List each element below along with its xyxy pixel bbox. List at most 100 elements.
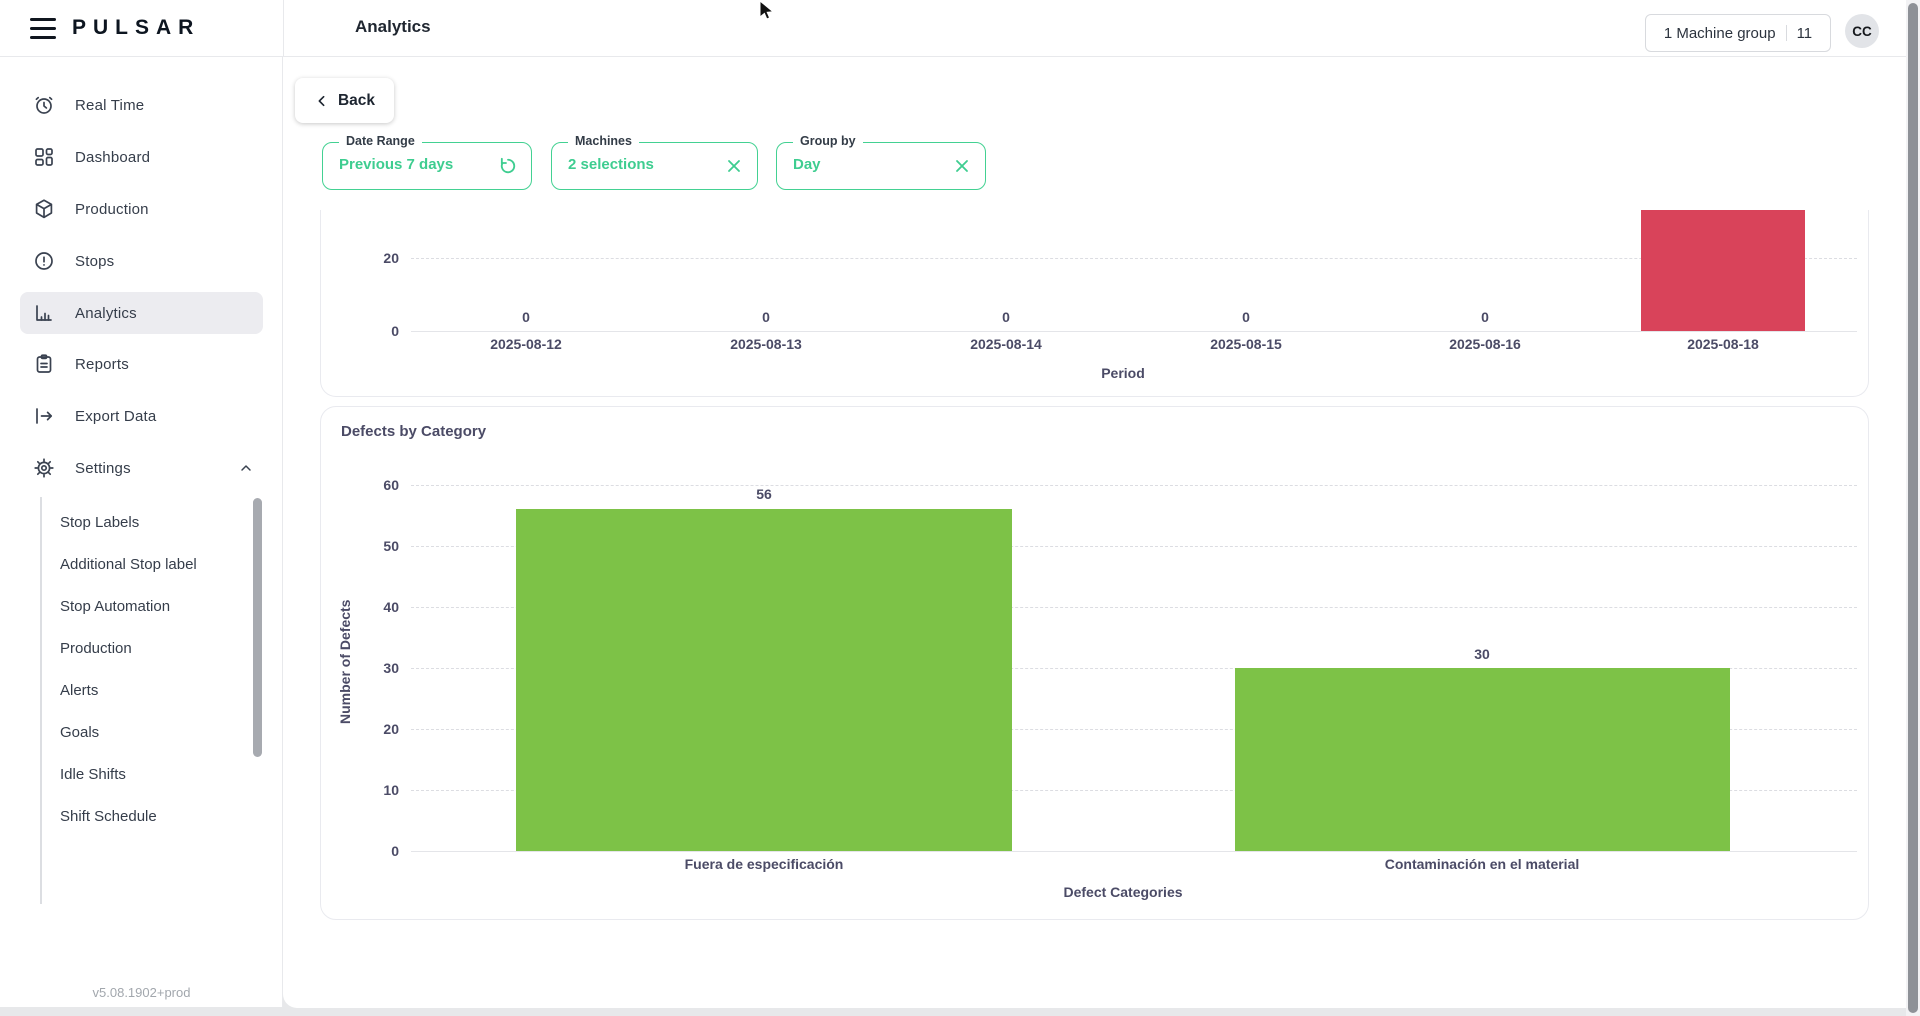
period-chart-card: 20 0 0 0 0 0 0 2025-08-12 2025-08-13 202… [320,210,1869,397]
sidebar-subitem-stop-labels[interactable]: Stop Labels [60,507,240,537]
defects-chart-card: Defects by Category Number of Defects 60… [320,406,1869,920]
bar-value-label: 30 [1382,646,1582,662]
machine-group-divider [1786,25,1787,41]
machine-group-selector[interactable]: 1 Machine group 11 [1645,14,1831,52]
app-canvas: PULSAR Analytics 1 Machine group 11 CC R… [0,0,1920,1016]
gear-icon [32,456,56,480]
sidebar-subitem-idle-shifts[interactable]: Idle Shifts [60,759,240,789]
alarm-clock-icon [32,93,56,117]
sidebar-item-label: Real Time [75,97,144,114]
filter-value: 2 selections [568,156,654,173]
filter-chip-group-by[interactable]: Group by Day [776,142,986,190]
sidebar-nav: Real Time Dashboard Production Stops [0,57,283,1007]
y-axis-tick: 30 [329,660,399,676]
x-category-label: 2025-08-12 [426,336,626,352]
sidebar-item-analytics[interactable]: Analytics [20,292,263,334]
x-axis-title: Period [1023,365,1223,381]
sidebar-item-label: Settings [75,460,131,477]
sidebar-item-label: Export Data [75,408,156,425]
sidebar-subitem-shift-schedule[interactable]: Shift Schedule [60,801,240,831]
bar-value-label: 0 [426,309,626,325]
y-axis-tick: 10 [329,782,399,798]
bar-value-label: 56 [664,486,864,502]
back-label: Back [338,92,375,110]
filter-chip-machines[interactable]: Machines 2 selections [551,142,758,190]
x-axis-line [411,851,1857,852]
y-axis-tick: 60 [329,477,399,493]
export-arrow-icon [32,404,56,428]
subitem-label: Production [60,640,132,657]
filter-label: Group by [793,134,863,148]
x-category-label: 2025-08-15 [1146,336,1346,352]
subitem-label: Goals [60,724,99,741]
y-axis-tick: 20 [329,250,399,266]
subitem-label: Idle Shifts [60,766,126,783]
sidebar-item-stops[interactable]: Stops [20,240,263,282]
bar-contaminacion-en-el-material [1235,668,1730,851]
gridline-60 [411,485,1857,486]
chevron-up-icon [238,460,254,476]
bar-chart-icon [32,301,56,325]
subitem-label: Shift Schedule [60,808,157,825]
y-axis-tick: 50 [329,538,399,554]
dashboard-grid-icon [32,145,56,169]
subitem-label: Alerts [60,682,98,699]
bar-value-label: 0 [1385,309,1585,325]
subitem-label: Stop Automation [60,598,170,615]
reset-icon[interactable] [498,156,518,176]
avatar[interactable]: CC [1845,14,1879,48]
submenu-indent-guide [40,497,42,904]
x-category-label: Fuera de especificación [564,856,964,872]
sidebar-item-dashboard[interactable]: Dashboard [20,136,263,178]
chevron-left-icon [314,93,330,109]
back-button[interactable]: Back [295,78,394,123]
x-category-label: 2025-08-16 [1385,336,1585,352]
x-category-label: 2025-08-13 [666,336,866,352]
cube-icon [32,197,56,221]
sidebar-item-real-time[interactable]: Real Time [20,84,263,126]
clear-x-icon[interactable] [724,156,744,176]
topbar-divider [283,0,284,57]
bar-value-label: 0 [906,309,1106,325]
x-category-label: 2025-08-18 [1623,336,1823,352]
filter-value: Day [793,156,821,173]
version-text: v5.08.1902+prod [0,985,283,1000]
subitem-label: Stop Labels [60,514,139,531]
sidebar-item-label: Dashboard [75,149,150,166]
mouse-cursor [758,0,778,22]
machine-group-count: 11 [1797,25,1813,42]
top-bar: PULSAR Analytics 1 Machine group 11 CC [0,0,1920,57]
clipboard-icon [32,352,56,376]
sidebar-subitem-stop-automation[interactable]: Stop Automation [60,591,240,621]
app-logo: PULSAR [72,16,200,40]
clear-x-icon[interactable] [952,156,972,176]
y-axis-tick: 20 [329,721,399,737]
sidebar-item-label: Production [75,201,149,218]
page-scrollbar-thumb[interactable] [1908,3,1918,1013]
filter-label: Machines [568,134,639,148]
alert-circle-icon [32,249,56,273]
y-axis-tick: 40 [329,599,399,615]
sidebar-subitem-alerts[interactable]: Alerts [60,675,240,705]
sidebar-item-label: Stops [75,253,114,270]
sidebar-subitem-goals[interactable]: Goals [60,717,240,747]
filter-value: Previous 7 days [339,156,453,173]
sidebar-subitem-production[interactable]: Production [60,633,240,663]
sidebar-item-settings[interactable]: Settings [20,447,263,489]
bar-fuera-de-especificacion [516,509,1012,851]
y-axis-tick: 0 [329,843,399,859]
filter-label: Date Range [339,134,422,148]
x-category-label: Contaminación en el material [1282,856,1682,872]
sidebar-subitem-additional-stop-label[interactable]: Additional Stop label [60,549,240,579]
filter-chip-date-range[interactable]: Date Range Previous 7 days [322,142,532,190]
sidebar-item-production[interactable]: Production [20,188,263,230]
submenu-scrollbar-thumb[interactable] [253,498,262,757]
sidebar-item-reports[interactable]: Reports [20,343,263,385]
sidebar-item-export-data[interactable]: Export Data [20,395,263,437]
machine-group-label: 1 Machine group [1664,25,1776,42]
y-axis-tick: 0 [329,323,399,339]
hamburger-menu-icon[interactable] [30,18,56,39]
bar-value-label: 0 [1146,309,1346,325]
sidebar-item-label: Analytics [75,305,137,322]
x-axis-title: Defect Categories [1023,884,1223,900]
